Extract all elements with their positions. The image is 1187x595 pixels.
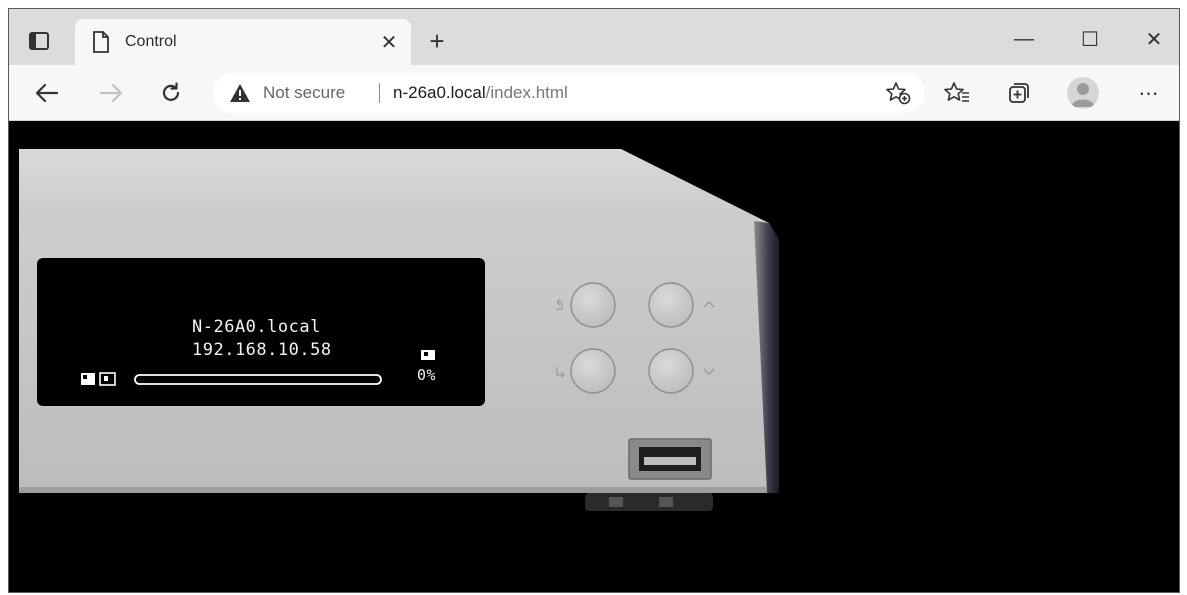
- collections-icon: [1009, 83, 1029, 103]
- tab-close-button[interactable]: ✕: [375, 28, 403, 56]
- device-top-surface: [19, 149, 769, 223]
- collections-button[interactable]: [1003, 77, 1035, 109]
- tab-actions-button[interactable]: [23, 25, 55, 57]
- device-front-panel: [19, 149, 779, 511]
- browser-toolbar: Not secure n-26a0.local/index.html ⋯: [9, 65, 1179, 121]
- back-arrow-icon: [35, 83, 59, 103]
- button-back[interactable]: [570, 282, 616, 328]
- usb-port: [628, 438, 712, 480]
- favorites-button[interactable]: [941, 77, 973, 109]
- profile-avatar[interactable]: [1067, 77, 1099, 109]
- tab-actions-icon: [29, 32, 49, 50]
- url-host: n-26a0.local: [393, 83, 486, 102]
- browser-window: Control ✕ + — ☐ ✕ Not secure n-26a0.loca…: [8, 8, 1180, 593]
- forward-arrow-icon: [99, 83, 123, 103]
- close-window-button[interactable]: ✕: [1131, 21, 1177, 57]
- button-down[interactable]: [648, 348, 694, 394]
- button-up[interactable]: [648, 282, 694, 328]
- forward-button[interactable]: [93, 75, 129, 111]
- tab-strip: Control ✕ + — ☐ ✕: [9, 9, 1179, 65]
- minimize-button[interactable]: —: [1001, 21, 1047, 57]
- tab-title: Control: [125, 33, 177, 50]
- refresh-button[interactable]: [153, 75, 189, 111]
- page-icon: [93, 31, 109, 53]
- new-tab-button[interactable]: +: [423, 27, 451, 55]
- warning-icon[interactable]: [229, 83, 251, 103]
- oled-hostname: N-26A0.local: [192, 317, 321, 337]
- device-bottom-edge: [19, 487, 767, 493]
- oled-percent: 0%: [417, 366, 437, 384]
- address-separator: [379, 83, 380, 103]
- url-text[interactable]: n-26a0.local/index.html: [393, 83, 568, 103]
- add-favorite-icon[interactable]: [885, 81, 911, 105]
- url-path: /index.html: [485, 83, 568, 102]
- profile-icon: [1071, 83, 1095, 107]
- refresh-icon: [162, 82, 180, 101]
- maximize-button[interactable]: ☐: [1067, 21, 1113, 57]
- page-content: N-26A0.local 192.168.10.58 0%: [9, 121, 1179, 592]
- button-enter[interactable]: [570, 348, 616, 394]
- favorites-icon: [944, 82, 969, 102]
- settings-menu-button[interactable]: ⋯: [1133, 77, 1165, 109]
- oled-ip-address: 192.168.10.58: [192, 340, 332, 360]
- address-bar[interactable]: Not secure n-26a0.local/index.html: [213, 73, 925, 113]
- not-secure-label[interactable]: Not secure: [263, 83, 345, 103]
- tab-control[interactable]: Control ✕: [75, 19, 411, 65]
- back-button[interactable]: [29, 75, 65, 111]
- device-foot: [585, 493, 713, 511]
